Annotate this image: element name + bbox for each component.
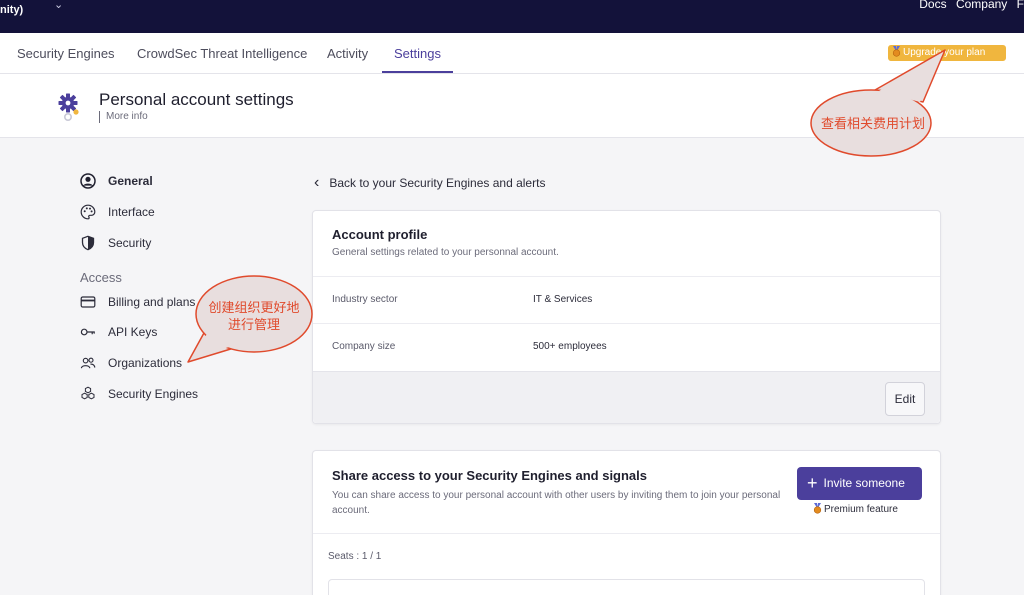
page-title: Personal account settings: [99, 90, 294, 109]
tab-settings[interactable]: Settings: [394, 46, 441, 61]
sidebar-item-label: Organizations: [108, 356, 183, 370]
invite-someone-label: Invite someone: [823, 476, 905, 490]
sidebar-item-security-engines[interactable]: Security Engines: [80, 385, 198, 403]
industry-sector-label: Industry sector: [332, 294, 398, 305]
company-size-value: 500+ employees: [533, 341, 607, 352]
share-access-subtitle: You can share access to your personal ac…: [332, 490, 781, 516]
sidebar-item-security[interactable]: Security: [80, 234, 151, 252]
sidebar-item-billing[interactable]: Billing and plans: [80, 293, 195, 311]
premium-feature-label: Premium feature: [824, 504, 898, 515]
credit-card-icon: [80, 296, 96, 308]
back-link[interactable]: ‹ Back to your Security Engines and aler…: [314, 174, 545, 192]
invite-someone-button[interactable]: + Invite someone: [797, 467, 922, 500]
shield-icon: [81, 235, 95, 251]
medal-icon: [813, 503, 822, 514]
users-icon: [80, 357, 96, 369]
sidebar-item-label: API Keys: [108, 325, 158, 339]
docs-link[interactable]: Docs: [919, 0, 946, 11]
seats-count: Seats : 1 / 1: [328, 551, 382, 562]
palette-icon: [80, 204, 96, 220]
sidebar-item-interface[interactable]: Interface: [80, 203, 155, 221]
org-selector-label[interactable]: nity): [0, 4, 23, 16]
plus-icon: +: [807, 473, 818, 493]
tab-threat-intelligence[interactable]: CrowdSec Threat Intelligence: [137, 46, 307, 61]
sidebar-item-api-keys[interactable]: API Keys: [80, 323, 157, 341]
divider: [313, 323, 940, 324]
back-link-label: Back to your Security Engines and alerts: [329, 176, 546, 190]
top-bar: nity) ⌄ Docs Company F: [0, 0, 1024, 33]
key-icon: [80, 328, 95, 336]
callout-text-plan: 查看相关费用计划: [820, 116, 925, 131]
callout-text-organizations: 创建组织更好地 进行管理: [194, 299, 314, 333]
sidebar-item-general[interactable]: General: [80, 172, 153, 190]
company-link[interactable]: Company: [956, 0, 1007, 11]
sidebar-item-label: Security Engines: [108, 387, 199, 401]
active-tab-indicator: [382, 71, 453, 73]
top-links: Docs Company F: [913, 0, 1024, 11]
company-size-label: Company size: [332, 341, 396, 352]
tab-activity[interactable]: Activity: [327, 46, 368, 61]
divider: [313, 276, 940, 277]
callout-bubble-plan: [810, 49, 946, 157]
sidebar-item-label: Security: [108, 236, 152, 250]
sidebar-item-label: Interface: [108, 205, 155, 219]
account-profile-subtitle: General settings related to your personn…: [332, 247, 559, 258]
user-circle-icon: [80, 173, 96, 189]
sidebar-item-organizations[interactable]: Organizations: [80, 354, 182, 372]
divider: [313, 533, 940, 534]
gear-icon: [58, 93, 79, 121]
industry-sector-value: IT & Services: [533, 294, 593, 305]
account-profile-title: Account profile: [332, 227, 428, 242]
chevron-down-icon[interactable]: ⌄: [54, 0, 63, 11]
members-list: [328, 579, 925, 595]
truncated-link[interactable]: F: [1017, 0, 1024, 11]
cubes-icon: [81, 386, 95, 400]
chevron-left-icon: ‹: [314, 174, 320, 191]
card-footer: Edit: [313, 371, 940, 423]
edit-button[interactable]: Edit: [885, 382, 925, 416]
callout-text-line: 进行管理: [227, 317, 280, 332]
share-access-title: Share access to your Security Engines an…: [332, 468, 648, 483]
share-access-card: Share access to your Security Engines an…: [312, 450, 941, 595]
premium-feature-badge: Premium feature: [813, 503, 898, 515]
more-info-link[interactable]: More info: [99, 111, 148, 123]
sidebar-section-access: Access: [80, 270, 122, 285]
tab-security-engines[interactable]: Security Engines: [17, 46, 115, 61]
sidebar-item-label: General: [108, 174, 153, 188]
account-profile-card: Account profile General settings related…: [312, 210, 941, 424]
callout-text-line: 创建组织更好地: [208, 300, 300, 315]
